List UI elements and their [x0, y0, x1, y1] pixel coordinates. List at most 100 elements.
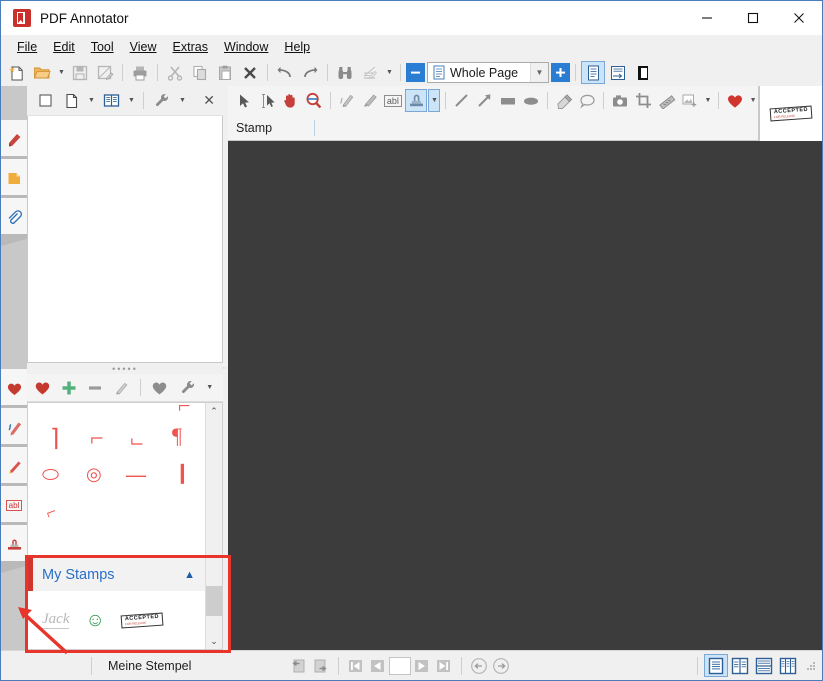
menu-file[interactable]: File — [9, 37, 45, 57]
page-view-mode-dropdown[interactable]: ▼ — [85, 89, 97, 112]
redo-button[interactable] — [298, 61, 322, 84]
proof-mark[interactable]: ⌐ — [130, 430, 144, 456]
layout-single-page-button[interactable] — [704, 654, 728, 677]
previous-page-button[interactable] — [367, 655, 389, 677]
panel-settings-dropdown[interactable]: ▼ — [176, 89, 188, 112]
proof-mark[interactable]: ⌐ — [90, 427, 104, 451]
close-panel-button[interactable]: ✕ — [203, 92, 215, 109]
proof-mark[interactable]: ⬭ — [42, 465, 59, 485]
rectangle-tool-button[interactable] — [497, 89, 519, 112]
zoom-in-button[interactable] — [551, 63, 570, 82]
favorite-toggle-button[interactable] — [148, 376, 171, 399]
stamp-settings-dropdown[interactable]: ▼ — [203, 376, 215, 399]
zoom-out-button[interactable] — [406, 63, 425, 82]
resize-grip-icon[interactable] — [804, 659, 818, 673]
menu-view[interactable]: View — [122, 37, 165, 57]
print-button[interactable] — [128, 61, 152, 84]
maximize-button[interactable] — [730, 1, 776, 35]
proof-mark[interactable]: ❙ — [174, 463, 191, 483]
favorites-dropdown[interactable]: ▼ — [747, 89, 758, 112]
fullscreen-view-button[interactable] — [631, 61, 655, 84]
find-button[interactable] — [333, 61, 357, 84]
delete-button[interactable] — [238, 61, 262, 84]
pen-tool-button[interactable] — [336, 89, 358, 112]
hand-tool-button[interactable] — [279, 89, 301, 112]
highlighter-tool-button[interactable] — [359, 89, 381, 112]
undo-button[interactable] — [273, 61, 297, 84]
scroll-down-button[interactable]: ⌄ — [206, 633, 222, 649]
smiley-stamp[interactable]: ☺ — [85, 611, 104, 630]
menu-tool[interactable]: Tool — [83, 37, 122, 57]
attachments-tab[interactable] — [1, 198, 27, 246]
favorites-heart-button[interactable] — [31, 376, 54, 399]
proof-mark[interactable]: ⌉ — [50, 427, 59, 451]
arrow-tool-button[interactable] — [474, 89, 496, 112]
add-stamp-button[interactable] — [57, 376, 80, 399]
panel-splitter-handle[interactable]: ••••• — [27, 363, 223, 374]
proof-mark[interactable]: ◎ — [86, 465, 102, 483]
proof-mark[interactable]: ¶ — [172, 425, 182, 447]
clear-annotations-dropdown[interactable]: ▼ — [383, 61, 395, 84]
stamp-panel-scrollbar[interactable]: ⌃ ⌄ — [205, 403, 222, 649]
book-view-mode-dropdown[interactable]: ▼ — [125, 89, 137, 112]
copy-button[interactable] — [188, 61, 212, 84]
bookmarks-tab[interactable] — [1, 120, 27, 168]
open-document-button[interactable] — [30, 61, 54, 84]
measure-tool-button[interactable] — [656, 89, 678, 112]
previous-view-button[interactable] — [288, 655, 310, 677]
proof-mark[interactable]: ⌐ — [178, 403, 190, 417]
next-page-button[interactable] — [411, 655, 433, 677]
new-document-button[interactable] — [5, 61, 29, 84]
insert-image-dropdown[interactable]: ▼ — [702, 89, 713, 112]
pages-tab[interactable] — [1, 159, 27, 207]
layout-continuous-button[interactable] — [752, 654, 776, 677]
scroll-up-button[interactable]: ⌃ — [206, 403, 222, 419]
page-number-field[interactable] — [388, 656, 411, 675]
layout-two-page-button[interactable] — [728, 654, 752, 677]
menu-edit[interactable]: Edit — [45, 37, 83, 57]
proof-mark[interactable]: — — [126, 465, 146, 485]
stamps-tab[interactable] — [1, 525, 27, 573]
open-dropdown-button[interactable]: ▼ — [55, 61, 67, 84]
last-page-button[interactable] — [433, 655, 455, 677]
menu-window[interactable]: Window — [216, 37, 276, 57]
single-page-view-button[interactable] — [581, 61, 605, 84]
menu-extras[interactable]: Extras — [165, 37, 216, 57]
menu-help[interactable]: Help — [276, 37, 318, 57]
cut-button[interactable] — [163, 61, 187, 84]
text-select-tool-button[interactable] — [256, 89, 278, 112]
favorites-tab[interactable] — [1, 369, 27, 417]
remove-stamp-button[interactable] — [83, 376, 106, 399]
stamp-settings-button[interactable] — [177, 376, 200, 399]
document-viewport[interactable] — [228, 141, 822, 650]
line-tool-button[interactable] — [450, 89, 472, 112]
eraser-tool-button[interactable] — [553, 89, 575, 112]
textbox-tool-button[interactable]: abl — [382, 89, 404, 112]
page-thumbnail-toggle[interactable] — [33, 89, 57, 112]
snapshot-tool-button[interactable] — [609, 89, 631, 112]
zoom-level-combobox[interactable]: Whole Page ▼ — [427, 62, 549, 83]
stamp-tool-dropdown[interactable]: ▼ — [428, 89, 440, 112]
panel-settings-button[interactable] — [150, 89, 174, 112]
zoom-dropdown-arrow-icon[interactable]: ▼ — [530, 63, 548, 82]
proof-mark[interactable]: ⌐ — [43, 501, 59, 523]
insert-image-tool-button[interactable] — [679, 89, 701, 112]
scrollbar-track[interactable] — [206, 419, 222, 633]
next-view-button[interactable] — [310, 655, 332, 677]
scrollbar-thumb[interactable] — [206, 585, 222, 616]
minimize-button[interactable] — [684, 1, 730, 35]
active-stamp-preview[interactable]: ACCEPTED FOR RELEASE — [759, 86, 822, 141]
favorites-tool-button[interactable] — [724, 89, 746, 112]
save-as-button[interactable] — [93, 61, 117, 84]
select-tool-button[interactable] — [233, 89, 255, 112]
note-tool-button[interactable] — [576, 89, 598, 112]
crop-tool-button[interactable] — [632, 89, 654, 112]
continuous-view-button[interactable] — [606, 61, 630, 84]
layout-grid-button[interactable] — [776, 654, 800, 677]
proofreading-marks-grid[interactable]: ⌐ ⌉ ⌐ ⌐ ¶ ⬭ ◎ — ❙ ⌐ — [28, 403, 205, 557]
accepted-stamp[interactable]: ACCEPTED FOR RELEASE — [120, 612, 164, 628]
zoom-tool-button[interactable] — [302, 89, 324, 112]
paste-button[interactable] — [213, 61, 237, 84]
marker-tab[interactable] — [1, 447, 27, 495]
edit-stamp-button[interactable] — [110, 376, 133, 399]
